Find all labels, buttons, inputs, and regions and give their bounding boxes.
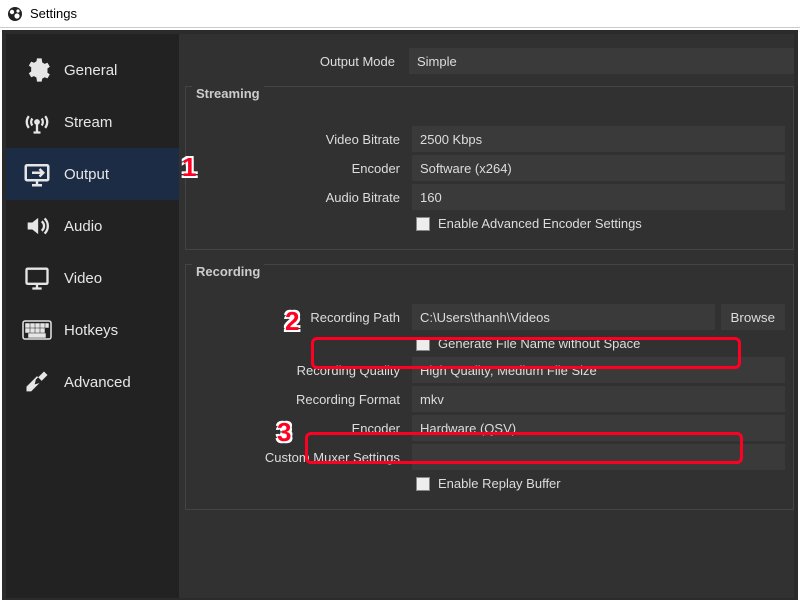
streaming-section: Streaming Video Bitrate 2500 Kbps Encode…	[185, 86, 794, 250]
recording-encoder-dropdown[interactable]: Hardware (QSV)	[412, 415, 785, 441]
sidebar-item-advanced[interactable]: Advanced	[6, 356, 179, 408]
output-mode-dropdown[interactable]: Simple	[409, 48, 794, 74]
sidebar-item-output[interactable]: Output	[6, 148, 179, 200]
sidebar-item-audio[interactable]: Audio	[6, 200, 179, 252]
sidebar-item-stream[interactable]: Stream	[6, 96, 179, 148]
titlebar: Settings	[0, 0, 800, 28]
gen-filename-label: Generate File Name without Space	[438, 336, 640, 351]
muxer-input[interactable]	[412, 444, 785, 470]
video-bitrate-input[interactable]: 2500 Kbps	[412, 126, 785, 152]
enable-advanced-encoder-checkbox[interactable]	[416, 217, 430, 231]
recording-quality-label: Recording Quality	[186, 363, 412, 378]
replay-buffer-checkbox[interactable]	[416, 477, 430, 491]
recording-format-dropdown[interactable]: mkv	[412, 386, 785, 412]
sidebar-item-label: Stream	[64, 114, 112, 131]
sidebar-item-label: Output	[64, 166, 109, 183]
recording-path-input[interactable]: C:\Users\thanh\Videos	[412, 304, 715, 330]
antenna-icon	[20, 105, 54, 139]
sidebar-item-hotkeys[interactable]: Hotkeys	[6, 304, 179, 356]
streaming-encoder-label: Encoder	[186, 161, 412, 176]
gen-filename-checkbox[interactable]	[416, 337, 430, 351]
tools-icon	[20, 365, 54, 399]
keyboard-icon	[20, 313, 54, 347]
sidebar-item-label: Video	[64, 270, 102, 287]
recording-section: Recording Recording Path C:\Users\thanh\…	[185, 264, 794, 510]
recording-path-label: Recording Path	[186, 310, 412, 325]
settings-sidebar: General Stream Output Audio	[6, 34, 179, 598]
video-bitrate-label: Video Bitrate	[186, 132, 412, 147]
replay-buffer-label: Enable Replay Buffer	[438, 476, 561, 491]
browse-button[interactable]: Browse	[721, 304, 785, 330]
window-title: Settings	[30, 6, 77, 21]
sidebar-item-label: Audio	[64, 218, 102, 235]
streaming-encoder-dropdown[interactable]: Software (x264)	[412, 155, 785, 181]
output-icon	[20, 157, 54, 191]
gear-icon	[20, 53, 54, 87]
muxer-label: Custom Muxer Settings	[186, 450, 412, 465]
recording-quality-dropdown[interactable]: High Quality, Medium File Size	[412, 357, 785, 383]
audio-bitrate-label: Audio Bitrate	[186, 190, 412, 205]
speaker-icon	[20, 209, 54, 243]
app-icon	[6, 5, 24, 23]
recording-section-title: Recording	[192, 264, 264, 279]
sidebar-item-label: General	[64, 62, 117, 79]
audio-bitrate-dropdown[interactable]: 160	[412, 184, 785, 210]
sidebar-item-video[interactable]: Video	[6, 252, 179, 304]
recording-format-label: Recording Format	[186, 392, 412, 407]
enable-advanced-encoder-label: Enable Advanced Encoder Settings	[438, 216, 642, 231]
output-mode-label: Output Mode	[179, 54, 409, 69]
monitor-icon	[20, 261, 54, 295]
settings-main-panel: Output Mode Simple Streaming Video Bitra…	[179, 34, 794, 598]
streaming-section-title: Streaming	[192, 86, 264, 101]
recording-encoder-label: Encoder	[186, 421, 412, 436]
sidebar-item-label: Advanced	[64, 374, 131, 391]
sidebar-item-general[interactable]: General	[6, 44, 179, 96]
sidebar-item-label: Hotkeys	[64, 322, 118, 339]
